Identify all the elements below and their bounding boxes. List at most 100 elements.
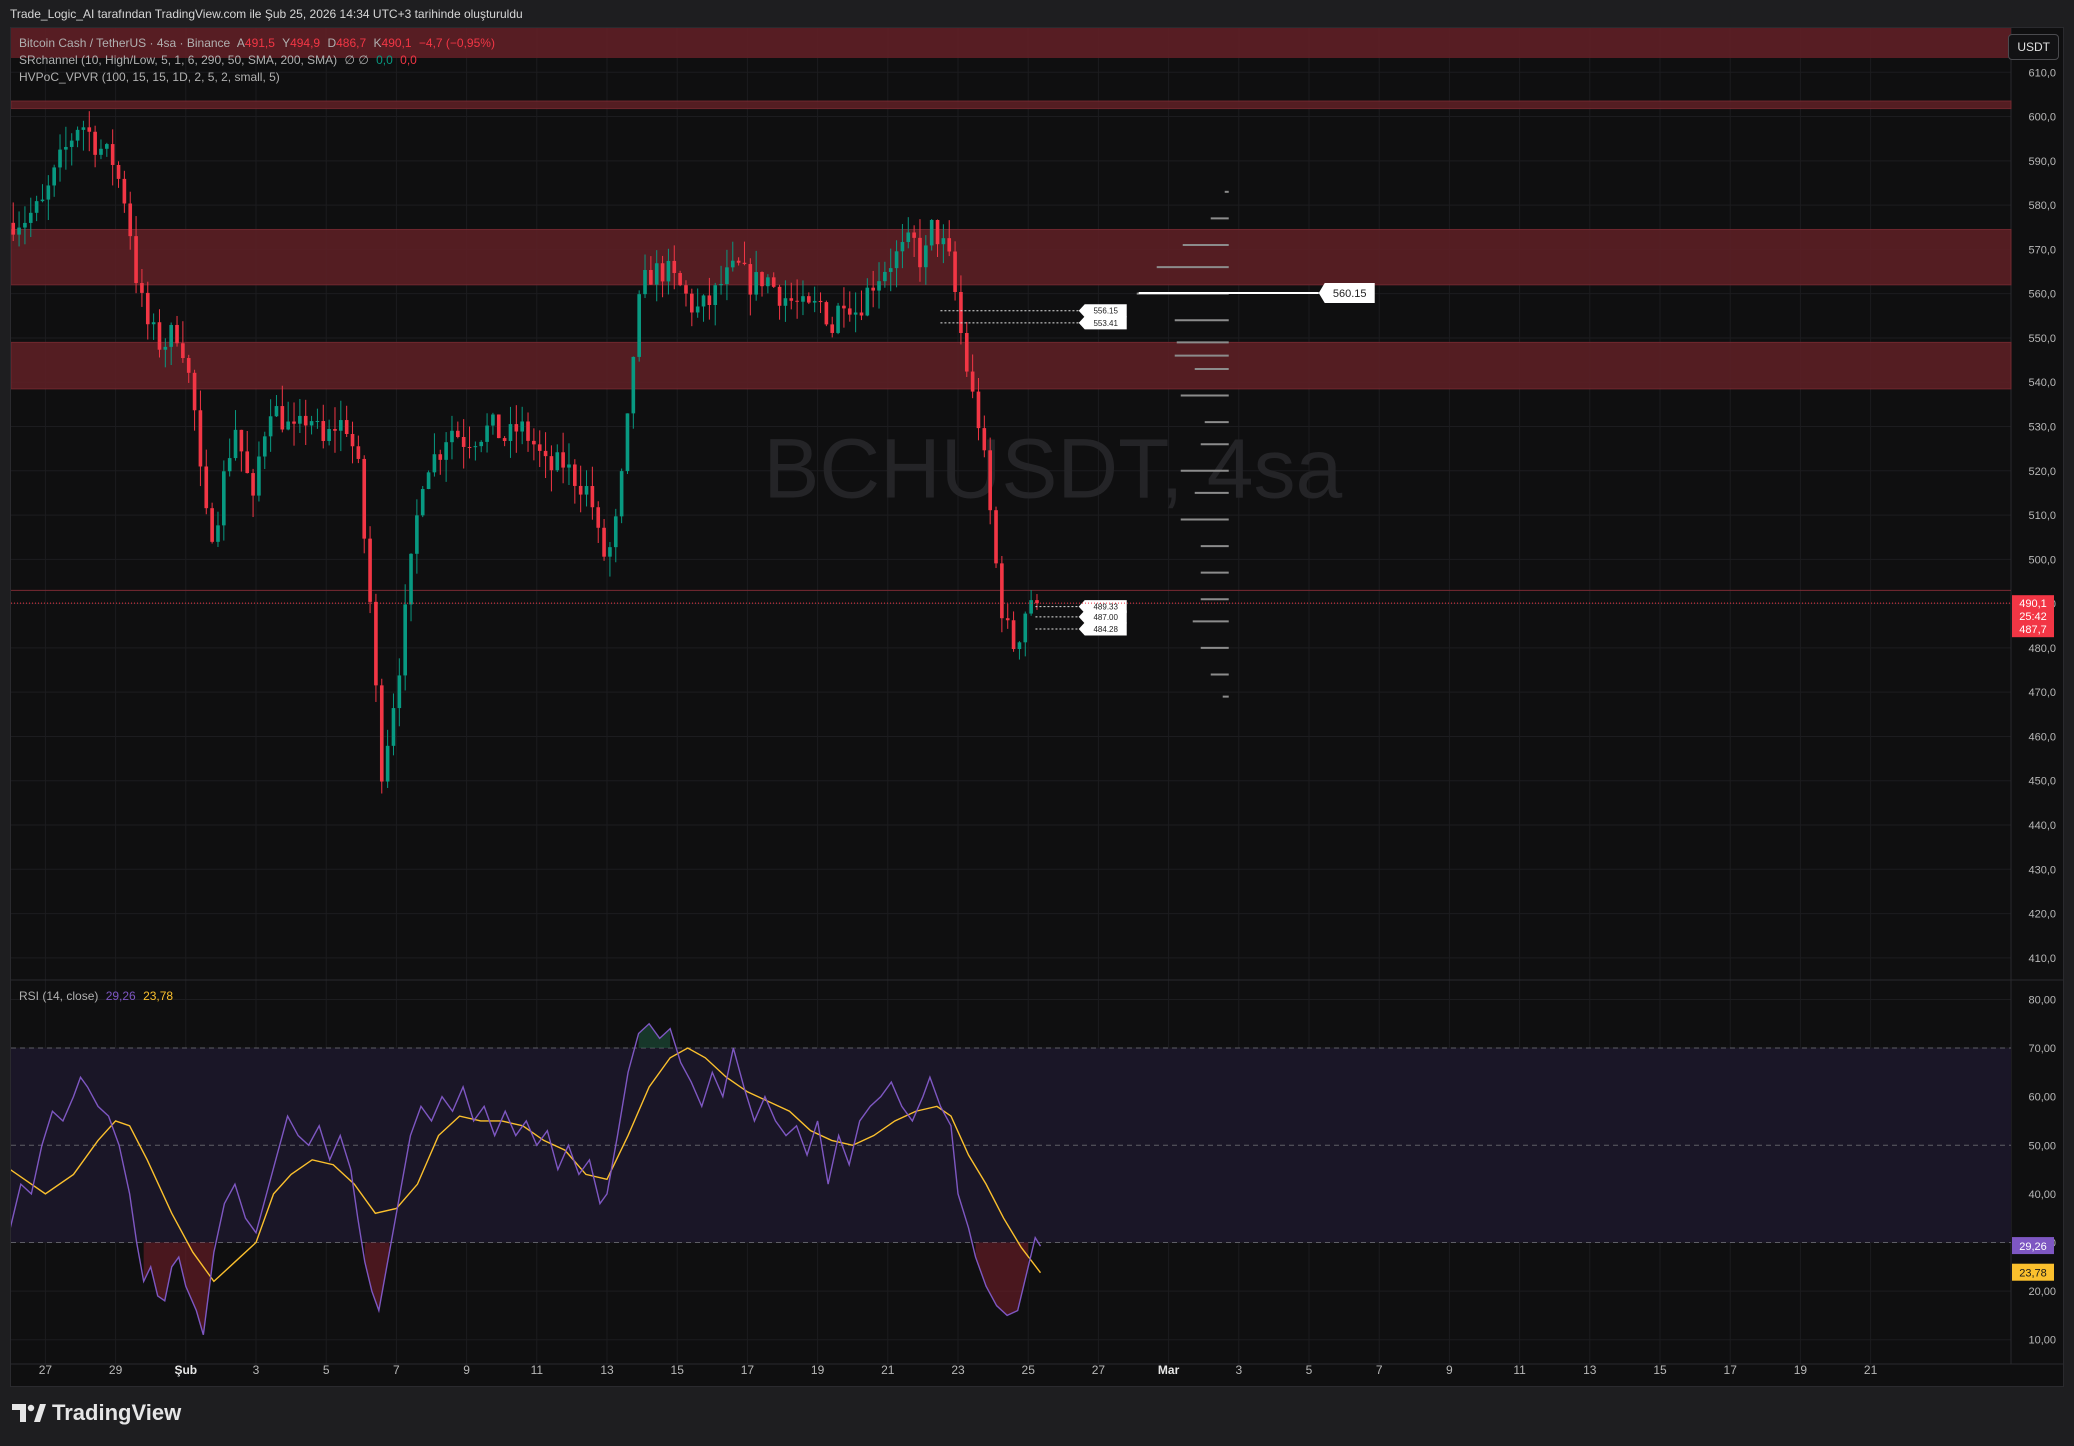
close-label: K — [373, 36, 382, 50]
candle-body — [964, 333, 969, 372]
candle-body — [11, 222, 16, 235]
candle — [385, 729, 390, 788]
rsi-legend[interactable]: RSI (14, close) 29,26 23,78 — [19, 989, 177, 1003]
candle-body — [1011, 620, 1016, 650]
candle — [479, 440, 484, 453]
hvpoc-legend[interactable]: HVPoC_VPVR (100, 15, 15, 1D, 2, 5, 2, sm… — [19, 70, 284, 84]
candle-body — [602, 527, 606, 557]
candle — [1005, 603, 1010, 629]
tradingview-logo[interactable]: TradingView — [12, 1400, 181, 1426]
chart-canvas[interactable]: BCHUSDT, 4sa 560.15 556.15 553.41 489.33487.… — [11, 28, 2063, 1386]
currency-button[interactable]: USDT — [2008, 34, 2059, 60]
rsi-ma-value: 23,78 — [143, 989, 174, 1003]
candle-body — [894, 251, 899, 269]
candle-body — [145, 292, 150, 325]
price-axis: 410,0 420,0 430,0 440,0 450,0 460,0 470,0 480,0… — [2028, 67, 2056, 965]
candle-body — [865, 287, 870, 316]
candle-body — [859, 312, 864, 316]
candle-body — [549, 456, 554, 471]
price-tick-label: 580,0 — [2028, 200, 2056, 212]
candle-body — [327, 429, 331, 441]
candle-body — [684, 285, 688, 294]
candle-body — [321, 421, 326, 441]
candle-body — [637, 294, 641, 357]
candle-body — [17, 227, 21, 235]
candle — [34, 195, 39, 222]
srchannel-value-2: 0,0 — [400, 53, 417, 67]
candle — [450, 415, 454, 460]
symbol-legend[interactable]: Bitcoin Cash / TetherUS · 4sa · Binance … — [19, 36, 499, 50]
candle — [678, 270, 682, 287]
srchannel-legend[interactable]: SRchannel (10, High/Low, 5, 1, 6, 290, 5… — [19, 53, 421, 67]
candle-body — [935, 219, 940, 245]
candle — [344, 405, 349, 437]
candle-body — [350, 434, 355, 447]
candle-body — [924, 245, 928, 268]
candle — [262, 431, 267, 470]
candle — [339, 400, 343, 452]
candle — [251, 468, 255, 518]
candle — [52, 164, 56, 197]
time-tick-label: 21 — [881, 1363, 895, 1377]
vp-callout-label: 489.33 — [1093, 603, 1118, 612]
candle — [964, 321, 969, 377]
candle-body — [771, 277, 776, 287]
candle — [216, 511, 220, 547]
candle-body — [649, 269, 653, 285]
candle — [561, 432, 565, 484]
candle-body — [578, 485, 583, 495]
vp-callout-label: 560.15 — [1333, 288, 1367, 300]
candle-body — [485, 425, 489, 442]
candle — [303, 399, 308, 445]
candle-body — [976, 391, 981, 429]
candle-body — [526, 421, 530, 441]
candle — [619, 468, 624, 524]
candle-body — [883, 271, 887, 282]
rsi-tick-label: 20,00 — [2028, 1286, 2056, 1298]
vp-callout: 487.00 — [1035, 610, 1127, 624]
rsi-axis: 10,0020,0030,0040,0050,0060,0070,0080,00… — [2012, 994, 2056, 1347]
candle — [532, 428, 536, 461]
candle — [625, 413, 630, 475]
candle — [432, 433, 437, 477]
rsi-title: RSI (14, close) — [19, 989, 99, 1003]
time-tick-label: 21 — [1864, 1363, 1878, 1377]
price-tick-label: 560,0 — [2028, 289, 2056, 301]
candle-body — [941, 238, 946, 245]
chart-frame[interactable]: BCHUSDT, 4sa 560.15 556.15 553.41 489.33 487.… — [10, 27, 2064, 1387]
candle-body — [918, 237, 922, 268]
candle — [46, 175, 51, 221]
candle-body — [298, 415, 302, 424]
time-tick-label: 15 — [671, 1363, 685, 1377]
rsi-ma-tag: 23,78 — [2019, 1268, 2047, 1280]
candle — [420, 485, 425, 518]
candle — [409, 553, 413, 622]
candle-body — [385, 745, 390, 782]
candle-body — [912, 232, 916, 238]
candle-body — [730, 260, 735, 268]
candle — [151, 313, 156, 340]
candle — [1011, 611, 1016, 652]
candle-body — [959, 292, 963, 334]
time-tick-label: 3 — [253, 1363, 260, 1377]
time-tick-label: 23 — [951, 1363, 965, 1377]
candle — [122, 170, 127, 213]
candle-body — [508, 424, 513, 441]
candle-body — [514, 424, 519, 432]
time-tick-label: 5 — [1306, 1363, 1313, 1377]
price-tick-label: 510,0 — [2028, 510, 2056, 522]
rsi-tick-label: 80,00 — [2028, 994, 2056, 1006]
candle-body — [906, 232, 911, 243]
candle-body — [257, 456, 261, 496]
rsi-tick-label: 10,00 — [2028, 1335, 2056, 1347]
candle — [584, 470, 589, 507]
candle — [526, 412, 530, 452]
candle — [508, 406, 513, 458]
candle-body — [186, 358, 191, 373]
vp-callout: 560.15 — [1138, 283, 1375, 304]
candle — [292, 402, 296, 446]
candle — [286, 401, 290, 431]
candle-body — [877, 281, 881, 291]
price-tick-label: 420,0 — [2028, 909, 2056, 921]
candle — [596, 501, 601, 543]
